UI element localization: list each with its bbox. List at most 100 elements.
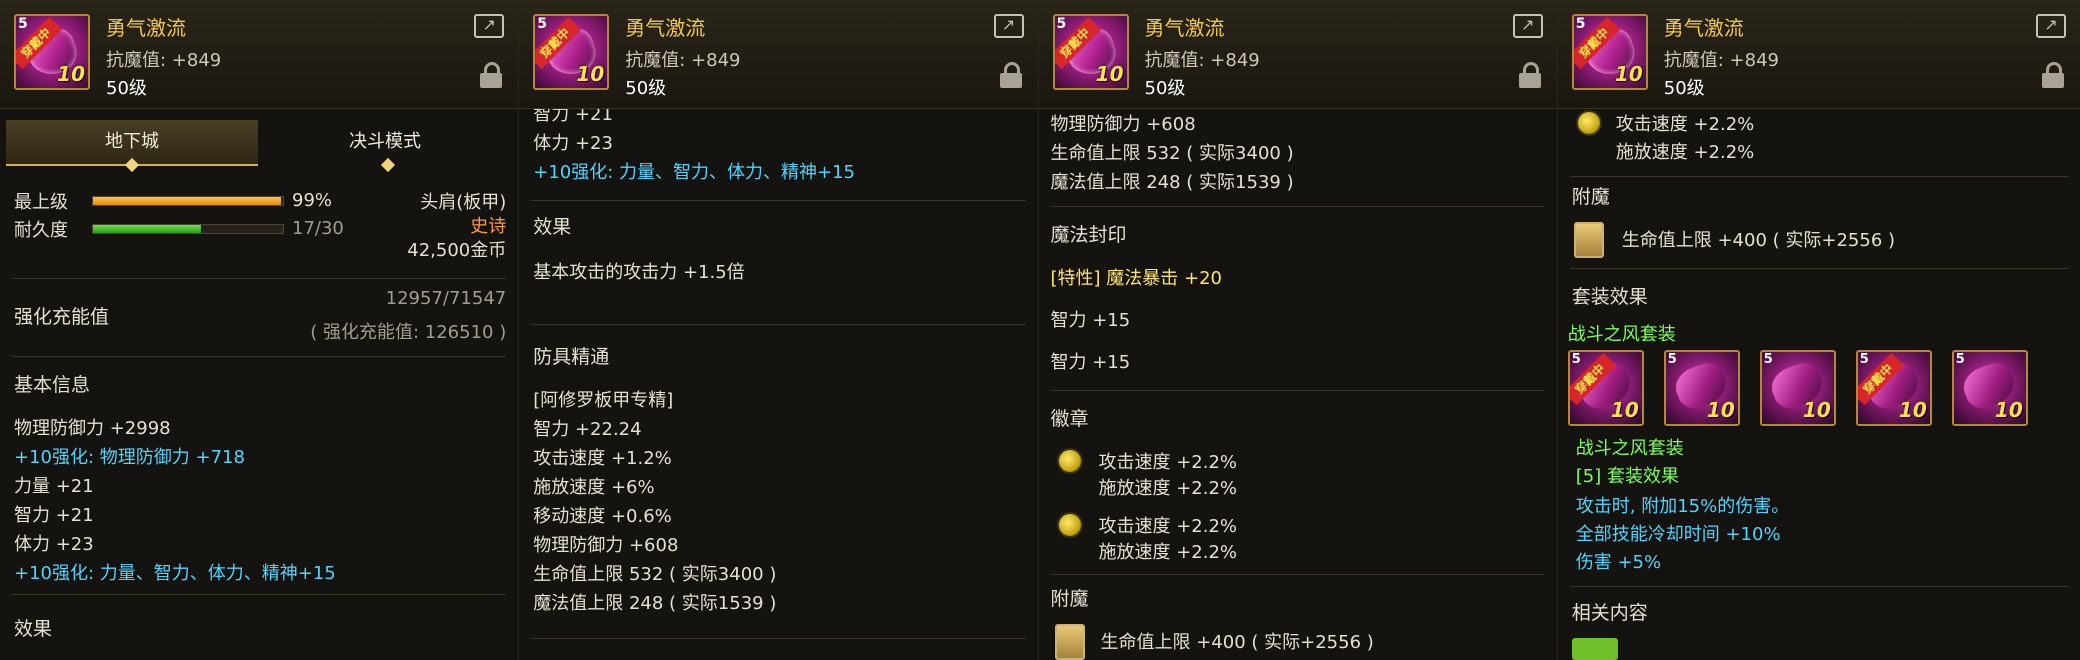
equip-slot: 头肩(板甲) bbox=[420, 192, 507, 213]
max-grade-value: 99% bbox=[292, 190, 333, 211]
emblem-line: 攻击速度 +2.2% bbox=[1098, 516, 1238, 537]
mastery-line: 魔法值上限 248 ( 实际1539 ) bbox=[533, 593, 777, 614]
item-details: 物理防御力 +608 生命值上限 532 ( 实际3400 ) 魔法值上限 24… bbox=[1039, 108, 1557, 660]
item-grade-badge: 5 bbox=[1575, 16, 1586, 32]
charge-sub: ( 强化充能值: 126510 ) bbox=[310, 322, 507, 343]
item-level: 50级 bbox=[106, 78, 147, 99]
item-details: 攻击速度 +2.2% 施放速度 +2.2% 附魔 生命值上限 +400 ( 实际… bbox=[1558, 108, 2080, 660]
gold-card-icon[interactable] bbox=[1573, 222, 1604, 258]
item-icon[interactable]: 穿戴中 5 10 bbox=[533, 14, 610, 90]
set-item-icon[interactable]: 穿戴中 5 10 bbox=[1855, 350, 1932, 426]
max-grade-bar bbox=[92, 196, 284, 206]
item-details: 地下城 决斗模式 最上级 99% 耐久度 17/30 头肩(板甲) 史诗 42,… bbox=[0, 108, 518, 660]
basic-info-title: 基本信息 bbox=[14, 374, 91, 396]
set-item-icon[interactable]: 5 10 bbox=[1759, 350, 1836, 426]
mastery-line: [阿修罗板甲专精] bbox=[533, 390, 674, 411]
item-tooltip-panel-4: 穿戴中 5 10 勇气激流 抗魔值: +849 50级 ↗ 攻击速度 +2.2%… bbox=[1557, 0, 2080, 660]
emblem-line: 攻击速度 +2.2% bbox=[1098, 452, 1238, 473]
item-grade-badge: 5 bbox=[1667, 352, 1677, 367]
divider bbox=[1050, 206, 1545, 207]
divider bbox=[531, 324, 1026, 325]
stat-line: 体力 +23 bbox=[533, 133, 613, 154]
divider bbox=[1050, 390, 1545, 391]
lock-icon[interactable] bbox=[1518, 62, 1541, 88]
seal-line: 智力 +15 bbox=[1050, 310, 1131, 331]
item-icon[interactable]: 穿戴中 5 10 bbox=[1571, 14, 1648, 90]
item-details: 智力 +21 体力 +23 +10强化: 力量、智力、体力、精神+15 效果 基… bbox=[519, 104, 1037, 660]
enchant-title: 附魔 bbox=[1571, 186, 1610, 208]
share-icon[interactable]: ↗ bbox=[1512, 14, 1543, 38]
armor-mastery-title: 防具精通 bbox=[533, 346, 610, 368]
item-tooltip-panel-2: 穿戴中 5 10 勇气激流 抗魔值: +849 50级 ↗ 智力 +21 体力 … bbox=[519, 0, 1039, 660]
set-item-icon[interactable]: 5 10 bbox=[1951, 350, 2028, 426]
item-grade-badge: 5 bbox=[18, 16, 28, 32]
stat-line: 物理防御力 +608 bbox=[1050, 114, 1196, 135]
seal-line: [特性] 魔法暴击 +20 bbox=[1050, 268, 1222, 289]
item-grade-badge: 5 bbox=[1056, 16, 1067, 32]
set-effect-line: 攻击时, 附加15%的伤害。 bbox=[1575, 496, 1790, 517]
gold-card-icon[interactable] bbox=[1054, 624, 1085, 660]
set-item-icon[interactable]: 穿戴中 5 10 bbox=[1567, 350, 1644, 426]
enchant-line: 生命值上限 +400 ( 实际+2556 ) bbox=[1100, 632, 1374, 653]
lock-icon[interactable] bbox=[999, 62, 1022, 88]
emblem-line: 攻击速度 +2.2% bbox=[1615, 114, 1755, 135]
share-icon[interactable]: ↗ bbox=[2036, 14, 2066, 38]
item-icon[interactable]: 穿戴中 5 10 bbox=[14, 14, 90, 90]
item-grade-badge: 5 bbox=[1859, 352, 1869, 367]
emblem-title: 徽章 bbox=[1050, 408, 1089, 430]
item-stat: 抗魔值: +849 bbox=[106, 50, 222, 71]
share-icon[interactable]: ↗ bbox=[474, 14, 505, 38]
divider bbox=[12, 356, 507, 357]
item-name: 勇气激流 bbox=[1663, 16, 1744, 40]
stat-line: 物理防御力 +2998 bbox=[14, 418, 171, 439]
enhance-level: 10 bbox=[1994, 398, 2023, 422]
enhance-level: 10 bbox=[1095, 62, 1124, 86]
tooltip-strip: 穿戴中 5 10 勇气激流 抗魔值: +849 50级 ↗ 地下城 决斗模式 最… bbox=[0, 0, 2080, 660]
set-item-icon[interactable]: 5 10 bbox=[1663, 350, 1740, 426]
set-name: 战斗之风套装 bbox=[1567, 324, 1676, 345]
durability-value: 17/30 bbox=[292, 218, 344, 239]
related-content-title: 相关内容 bbox=[1571, 602, 1648, 624]
set-name: 战斗之风套装 bbox=[1575, 438, 1684, 459]
divider bbox=[531, 638, 1026, 639]
mastery-line: 物理防御力 +608 bbox=[533, 535, 679, 556]
mode-tabs: 地下城 决斗模式 bbox=[6, 120, 512, 173]
lock-icon[interactable] bbox=[2042, 62, 2064, 88]
divider bbox=[12, 594, 507, 595]
set-effect-line: 全部技能冷却时间 +10% bbox=[1575, 524, 1781, 545]
charge-label: 强化充能值 bbox=[14, 306, 110, 328]
enchant-line: 生命值上限 +400 ( 实际+2556 ) bbox=[1621, 230, 1896, 251]
yellow-orb-icon[interactable] bbox=[1056, 448, 1083, 474]
divider bbox=[1569, 176, 2068, 177]
item-icon[interactable]: 穿戴中 5 10 bbox=[1052, 14, 1129, 90]
seal-line: 智力 +15 bbox=[1050, 352, 1131, 373]
yellow-orb-icon[interactable] bbox=[1575, 110, 1602, 136]
item-grade-badge: 5 bbox=[1571, 352, 1581, 367]
stat-line: 生命值上限 532 ( 实际3400 ) bbox=[1050, 143, 1294, 164]
enhance-level: 10 bbox=[1610, 398, 1639, 422]
divider bbox=[12, 278, 507, 279]
item-header: 穿戴中 5 10 勇气激流 抗魔值: +849 50级 ↗ bbox=[1038, 0, 1557, 109]
stat-line: +10强化: 物理防御力 +718 bbox=[14, 447, 245, 468]
item-header: 穿戴中 5 10 勇气激流 抗魔值: +849 50级 ↗ bbox=[1557, 0, 2080, 109]
tab-pvp[interactable]: 决斗模式 bbox=[259, 120, 511, 164]
effect-line: 基本攻击的攻击力 +1.5倍 bbox=[533, 262, 745, 283]
effect-title: 效果 bbox=[533, 216, 572, 238]
mastery-line: 生命值上限 532 ( 实际3400 ) bbox=[533, 564, 777, 585]
item-stat: 抗魔值: +849 bbox=[1663, 50, 1779, 71]
enhance-level: 10 bbox=[1706, 398, 1735, 422]
mastery-line: 移动速度 +0.6% bbox=[533, 506, 672, 527]
divider bbox=[1050, 574, 1545, 575]
yellow-orb-icon[interactable] bbox=[1056, 512, 1083, 538]
item-tooltip-panel-3: 穿戴中 5 10 勇气激流 抗魔值: +849 50级 ↗ 物理防御力 +608… bbox=[1038, 0, 1558, 660]
emblem-line: 施放速度 +2.2% bbox=[1098, 542, 1238, 563]
emblem-line: 施放速度 +2.2% bbox=[1098, 478, 1238, 499]
related-content-button[interactable] bbox=[1571, 638, 1618, 660]
lock-icon[interactable] bbox=[480, 62, 503, 88]
mastery-line: 智力 +22.24 bbox=[533, 419, 642, 440]
max-grade-label: 最上级 bbox=[14, 192, 68, 213]
stat-line: 智力 +21 bbox=[14, 505, 94, 526]
share-icon[interactable]: ↗ bbox=[993, 14, 1024, 38]
divider bbox=[1569, 268, 2068, 269]
stat-line: 力量 +21 bbox=[14, 476, 94, 497]
